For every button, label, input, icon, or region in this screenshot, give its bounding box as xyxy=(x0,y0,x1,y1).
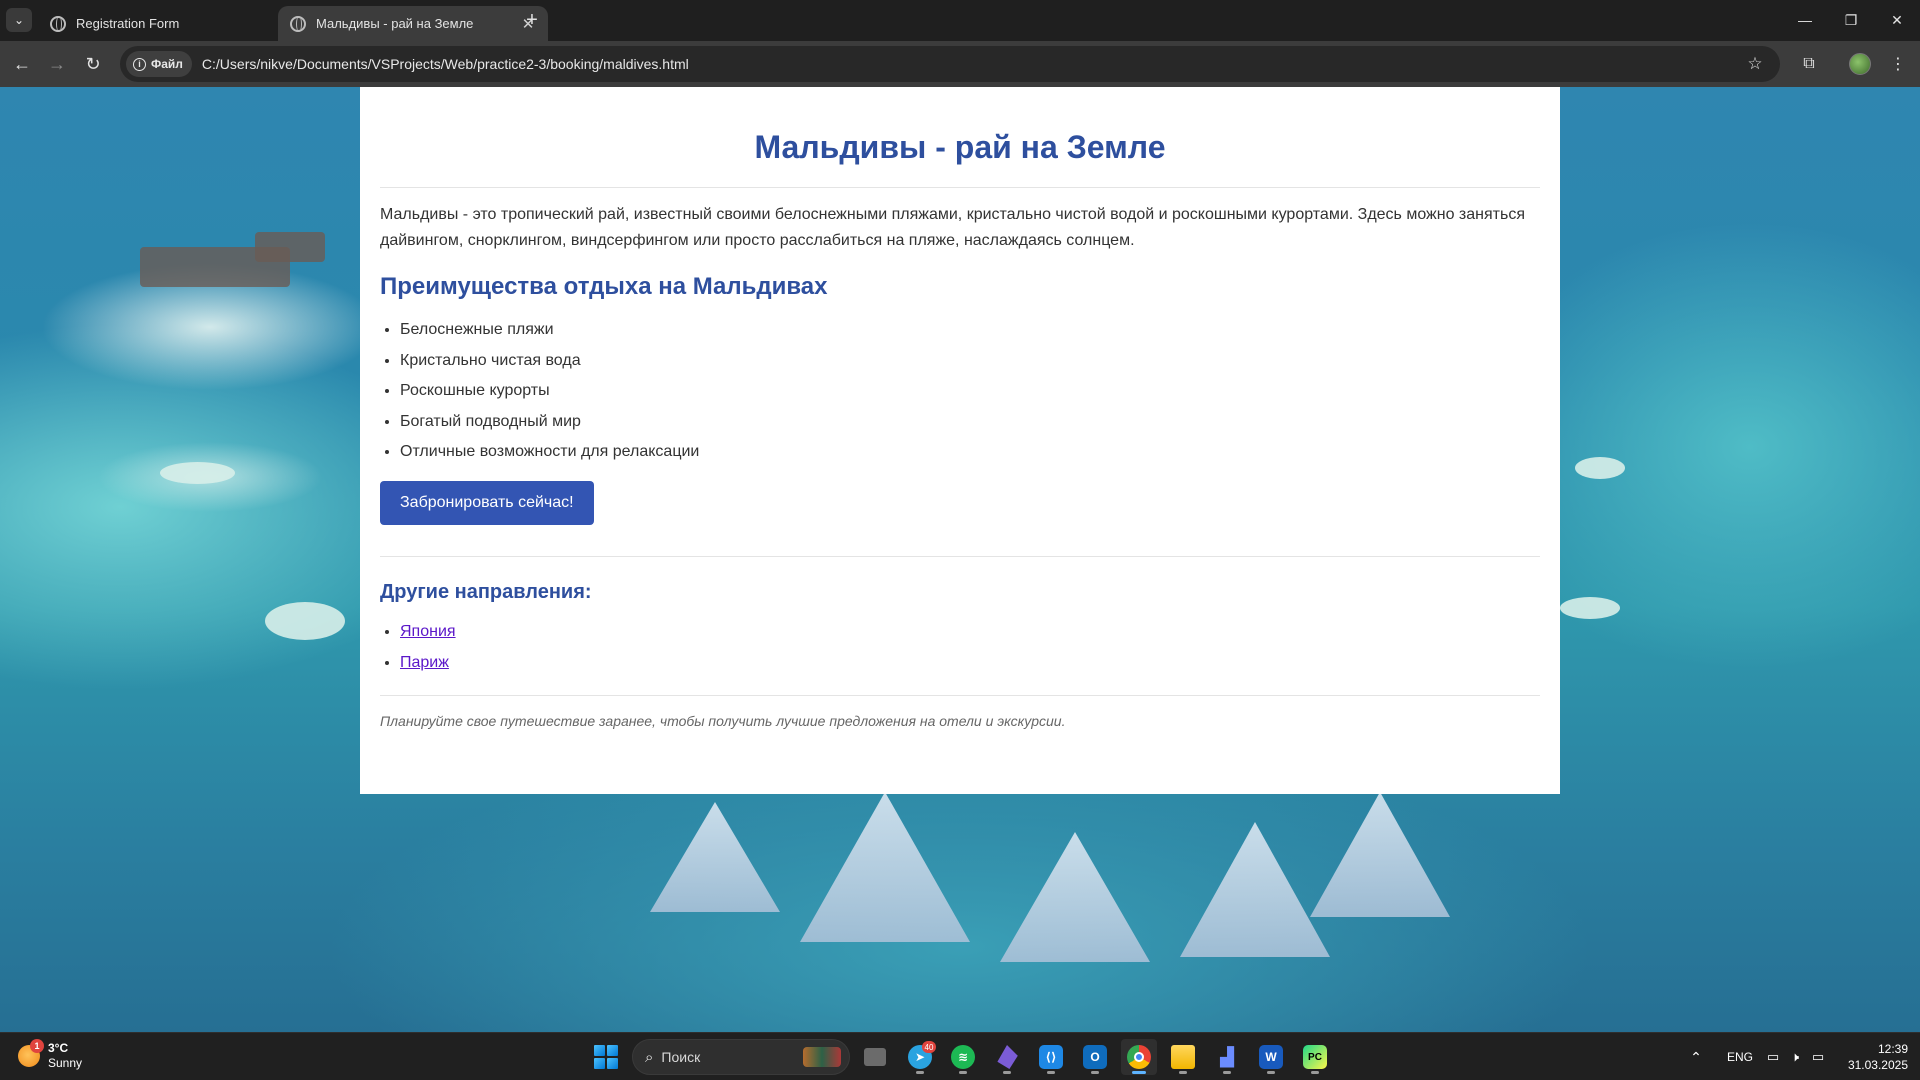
islet-decoration xyxy=(1575,457,1625,479)
file-explorer-icon[interactable] xyxy=(1165,1039,1201,1075)
minimize-button[interactable]: — xyxy=(1782,0,1828,40)
telegram-icon[interactable]: ➤ 40 xyxy=(902,1039,938,1075)
bungalow-decoration xyxy=(255,232,325,262)
forward-button[interactable]: → xyxy=(42,49,72,79)
outlook-icon[interactable]: O xyxy=(1077,1039,1113,1075)
islet-decoration xyxy=(265,602,345,640)
telegram-badge: 40 xyxy=(922,1041,936,1053)
list-item: Япония xyxy=(400,621,1540,652)
other-destinations-list: Япония Париж xyxy=(380,621,1540,683)
page-viewport: Мальдивы - рай на Земле Мальдивы - это т… xyxy=(0,87,1920,1032)
tent-decoration xyxy=(1000,832,1150,962)
page-title: Мальдивы - рай на Земле xyxy=(380,87,1540,188)
tab-maldives[interactable]: Мальдивы - рай на Земле ✕ xyxy=(278,6,548,41)
site-info-chip[interactable]: i Файл xyxy=(126,51,192,77)
intro-paragraph: Мальдивы - это тропический рай, известны… xyxy=(380,206,1525,249)
taskbar: 1 3°C Sunny ⌕ Поиск ➤ 40 ≋ ⟨⟩ O ▟ W PC ⌃… xyxy=(0,1032,1920,1080)
other-destinations-heading: Другие направления: xyxy=(380,580,592,603)
new-tab-button[interactable]: + xyxy=(520,8,544,32)
benefits-list: Белоснежные пляжи Кристально чистая вода… xyxy=(380,319,1540,472)
islet-decoration xyxy=(1560,597,1620,619)
sun-icon: 1 xyxy=(18,1039,44,1067)
profile-avatar[interactable] xyxy=(1845,49,1875,79)
link-japan[interactable]: Япония xyxy=(400,623,456,640)
content-card: Мальдивы - рай на Земле Мальдивы - это т… xyxy=(360,87,1560,794)
tab-title: Мальдивы - рай на Земле xyxy=(316,16,474,31)
browser-tab-strip: ⌄ Registration Form ✕ Мальдивы - рай на … xyxy=(0,0,1920,41)
browser-menu-icon[interactable]: ⋮ xyxy=(1883,49,1913,79)
info-icon: i xyxy=(133,57,146,71)
clock-date: 31.03.2025 xyxy=(1847,1058,1908,1072)
restore-button[interactable]: ❐ xyxy=(1828,0,1874,40)
tent-decoration xyxy=(800,792,970,942)
tab-title: Registration Form xyxy=(76,16,180,31)
spotify-icon[interactable]: ≋ xyxy=(945,1039,981,1075)
tab-registration-form[interactable]: Registration Form ✕ xyxy=(38,6,308,41)
bookmark-star-icon[interactable]: ☆ xyxy=(1740,54,1770,74)
list-item: Богатый подводный мир xyxy=(400,411,1540,442)
reload-button[interactable]: ↻ xyxy=(78,49,108,79)
word-icon[interactable]: W xyxy=(1253,1039,1289,1075)
list-item: Париж xyxy=(400,652,1540,683)
charts-app-icon[interactable]: ▟ xyxy=(1209,1039,1245,1075)
list-item: Роскошные курорты xyxy=(400,380,1540,411)
weather-widget[interactable]: 1 3°C Sunny xyxy=(18,1039,82,1071)
chevron-down-icon: ⌄ xyxy=(13,13,25,27)
weather-temp: 3°C xyxy=(48,1041,69,1055)
tent-decoration xyxy=(1180,822,1330,957)
footer-note: Планируйте свое путешествие заранее, что… xyxy=(380,712,1066,729)
battery-icon[interactable]: ▭ xyxy=(1806,1033,1830,1080)
chrome-icon[interactable] xyxy=(1121,1039,1157,1075)
divider xyxy=(380,555,1540,557)
url-text[interactable]: C:/Users/nikve/Documents/VSProjects/Web/… xyxy=(202,56,1740,72)
network-icon[interactable]: ▭ xyxy=(1762,1033,1784,1080)
address-bar[interactable]: i Файл C:/Users/nikve/Documents/VSProjec… xyxy=(120,46,1780,82)
avatar xyxy=(1849,53,1871,75)
weather-condition: Sunny xyxy=(48,1056,83,1070)
search-placeholder: Поиск xyxy=(661,1049,701,1065)
browser-toolbar: ← → ↻ i Файл C:/Users/nikve/Documents/VS… xyxy=(0,41,1920,87)
tray-chevron-up-icon[interactable]: ⌃ xyxy=(1684,1033,1708,1080)
close-window-button[interactable]: ✕ xyxy=(1874,0,1920,40)
search-highlight-image xyxy=(803,1047,841,1067)
tent-decoration xyxy=(650,802,780,912)
windows-start-icon[interactable] xyxy=(594,1045,618,1069)
list-item: Кристально чистая вода xyxy=(400,350,1540,381)
weather-text: 3°C Sunny xyxy=(48,1041,82,1071)
language-indicator[interactable]: ENG xyxy=(1720,1033,1760,1080)
pycharm-icon[interactable]: PC xyxy=(1297,1039,1333,1075)
notification-badge: 1 xyxy=(30,1039,44,1053)
islet-decoration xyxy=(160,462,235,484)
task-view-icon[interactable] xyxy=(857,1039,893,1075)
benefits-heading: Преимущества отдыха на Мальдивах xyxy=(380,273,828,300)
tab-search-button[interactable]: ⌄ xyxy=(6,8,32,32)
back-button[interactable]: ← xyxy=(7,49,37,79)
divider xyxy=(380,694,1540,696)
book-now-button[interactable]: Забронировать сейчас! xyxy=(380,480,594,525)
globe-icon xyxy=(50,15,66,32)
volume-muted-icon[interactable]: 🕨 xyxy=(1784,1033,1806,1080)
link-paris[interactable]: Париж xyxy=(400,654,449,671)
taskbar-search[interactable]: ⌕ Поиск xyxy=(632,1039,850,1075)
vscode-icon[interactable]: ⟨⟩ xyxy=(1033,1039,1069,1075)
clock-time: 12:39 xyxy=(1877,1042,1908,1056)
list-item: Отличные возможности для релаксации xyxy=(400,441,1540,472)
globe-icon xyxy=(290,15,306,32)
obsidian-icon[interactable] xyxy=(989,1039,1025,1075)
list-item: Белоснежные пляжи xyxy=(400,319,1540,350)
site-info-label: Файл xyxy=(151,57,183,71)
tent-decoration xyxy=(1310,792,1450,917)
clock[interactable]: 12:39 31.03.2025 xyxy=(1848,1041,1908,1073)
search-icon: ⌕ xyxy=(645,1048,654,1066)
extensions-icon[interactable]: ⧉ xyxy=(1794,49,1824,79)
